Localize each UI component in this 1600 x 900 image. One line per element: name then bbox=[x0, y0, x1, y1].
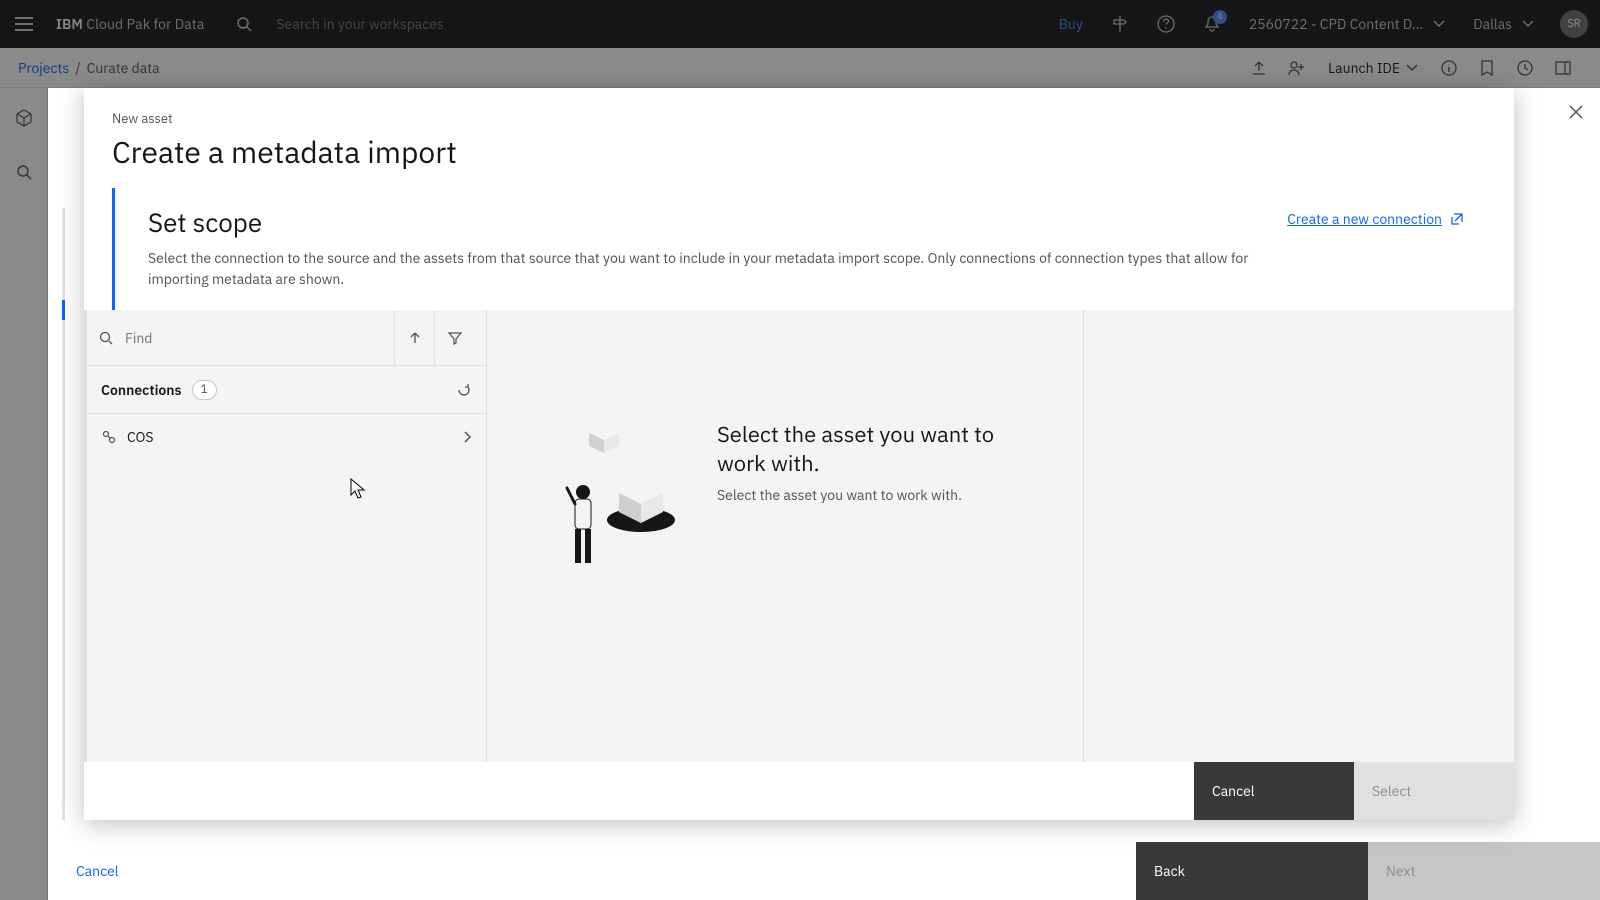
modal-footer: Cancel Select bbox=[84, 762, 1514, 820]
modal-wizard-title: Create a metadata import bbox=[112, 133, 1486, 172]
refresh-icon bbox=[456, 382, 472, 398]
launch-icon bbox=[1450, 212, 1464, 226]
modal-eyebrow: New asset bbox=[112, 110, 1486, 127]
connection-icon bbox=[101, 429, 117, 445]
refresh-button[interactable] bbox=[456, 382, 472, 398]
connections-count: 1 bbox=[192, 380, 217, 400]
sort-button[interactable] bbox=[394, 310, 434, 366]
set-scope-modal: New asset Create a metadata import Set s… bbox=[84, 88, 1514, 820]
create-connection-link[interactable]: Create a new connection bbox=[1287, 210, 1464, 228]
wizard-next-button: Next bbox=[1368, 842, 1600, 900]
connection-name: COS bbox=[127, 428, 154, 446]
wizard-back-button[interactable]: Back bbox=[1136, 842, 1368, 900]
connection-item-cos[interactable]: COS bbox=[87, 414, 486, 460]
connections-label: Connections bbox=[101, 381, 182, 399]
close-icon bbox=[1569, 105, 1583, 119]
arrow-up-icon bbox=[408, 331, 422, 345]
empty-state-text: Select the asset you want to work with. … bbox=[717, 420, 1043, 504]
create-connection-label: Create a new connection bbox=[1287, 210, 1442, 228]
empty-state-illustration bbox=[549, 420, 679, 570]
selection-column bbox=[1084, 310, 1514, 762]
scope-description: Select the connection to the source and … bbox=[148, 248, 1268, 290]
search-icon bbox=[99, 331, 119, 345]
find-input[interactable] bbox=[119, 329, 394, 347]
empty-state-subtitle: Select the asset you want to work with. bbox=[717, 486, 1043, 504]
asset-column: Select the asset you want to work with. … bbox=[487, 310, 1084, 762]
find-row bbox=[87, 310, 486, 366]
empty-state-title: Select the asset you want to work with. bbox=[717, 420, 1043, 478]
connections-header: Connections 1 bbox=[87, 366, 486, 414]
wizard-cancel-button[interactable]: Cancel bbox=[48, 842, 348, 900]
modal-select-button: Select bbox=[1354, 762, 1514, 820]
chevron-right-icon bbox=[464, 431, 472, 443]
modal-header: New asset Create a metadata import Set s… bbox=[84, 88, 1514, 310]
scope-body: Connections 1 COS bbox=[84, 310, 1514, 762]
close-button[interactable] bbox=[1560, 96, 1592, 128]
scope-title: Set scope bbox=[148, 206, 1456, 240]
filter-button[interactable] bbox=[434, 310, 474, 366]
wizard-footer: Cancel Back Next bbox=[48, 842, 1600, 900]
connections-column: Connections 1 COS bbox=[87, 310, 487, 762]
filter-icon bbox=[448, 331, 462, 345]
scope-header: Set scope Select the connection to the s… bbox=[112, 188, 1486, 310]
wizard-step-rail bbox=[62, 208, 65, 820]
modal-cancel-button[interactable]: Cancel bbox=[1194, 762, 1354, 820]
